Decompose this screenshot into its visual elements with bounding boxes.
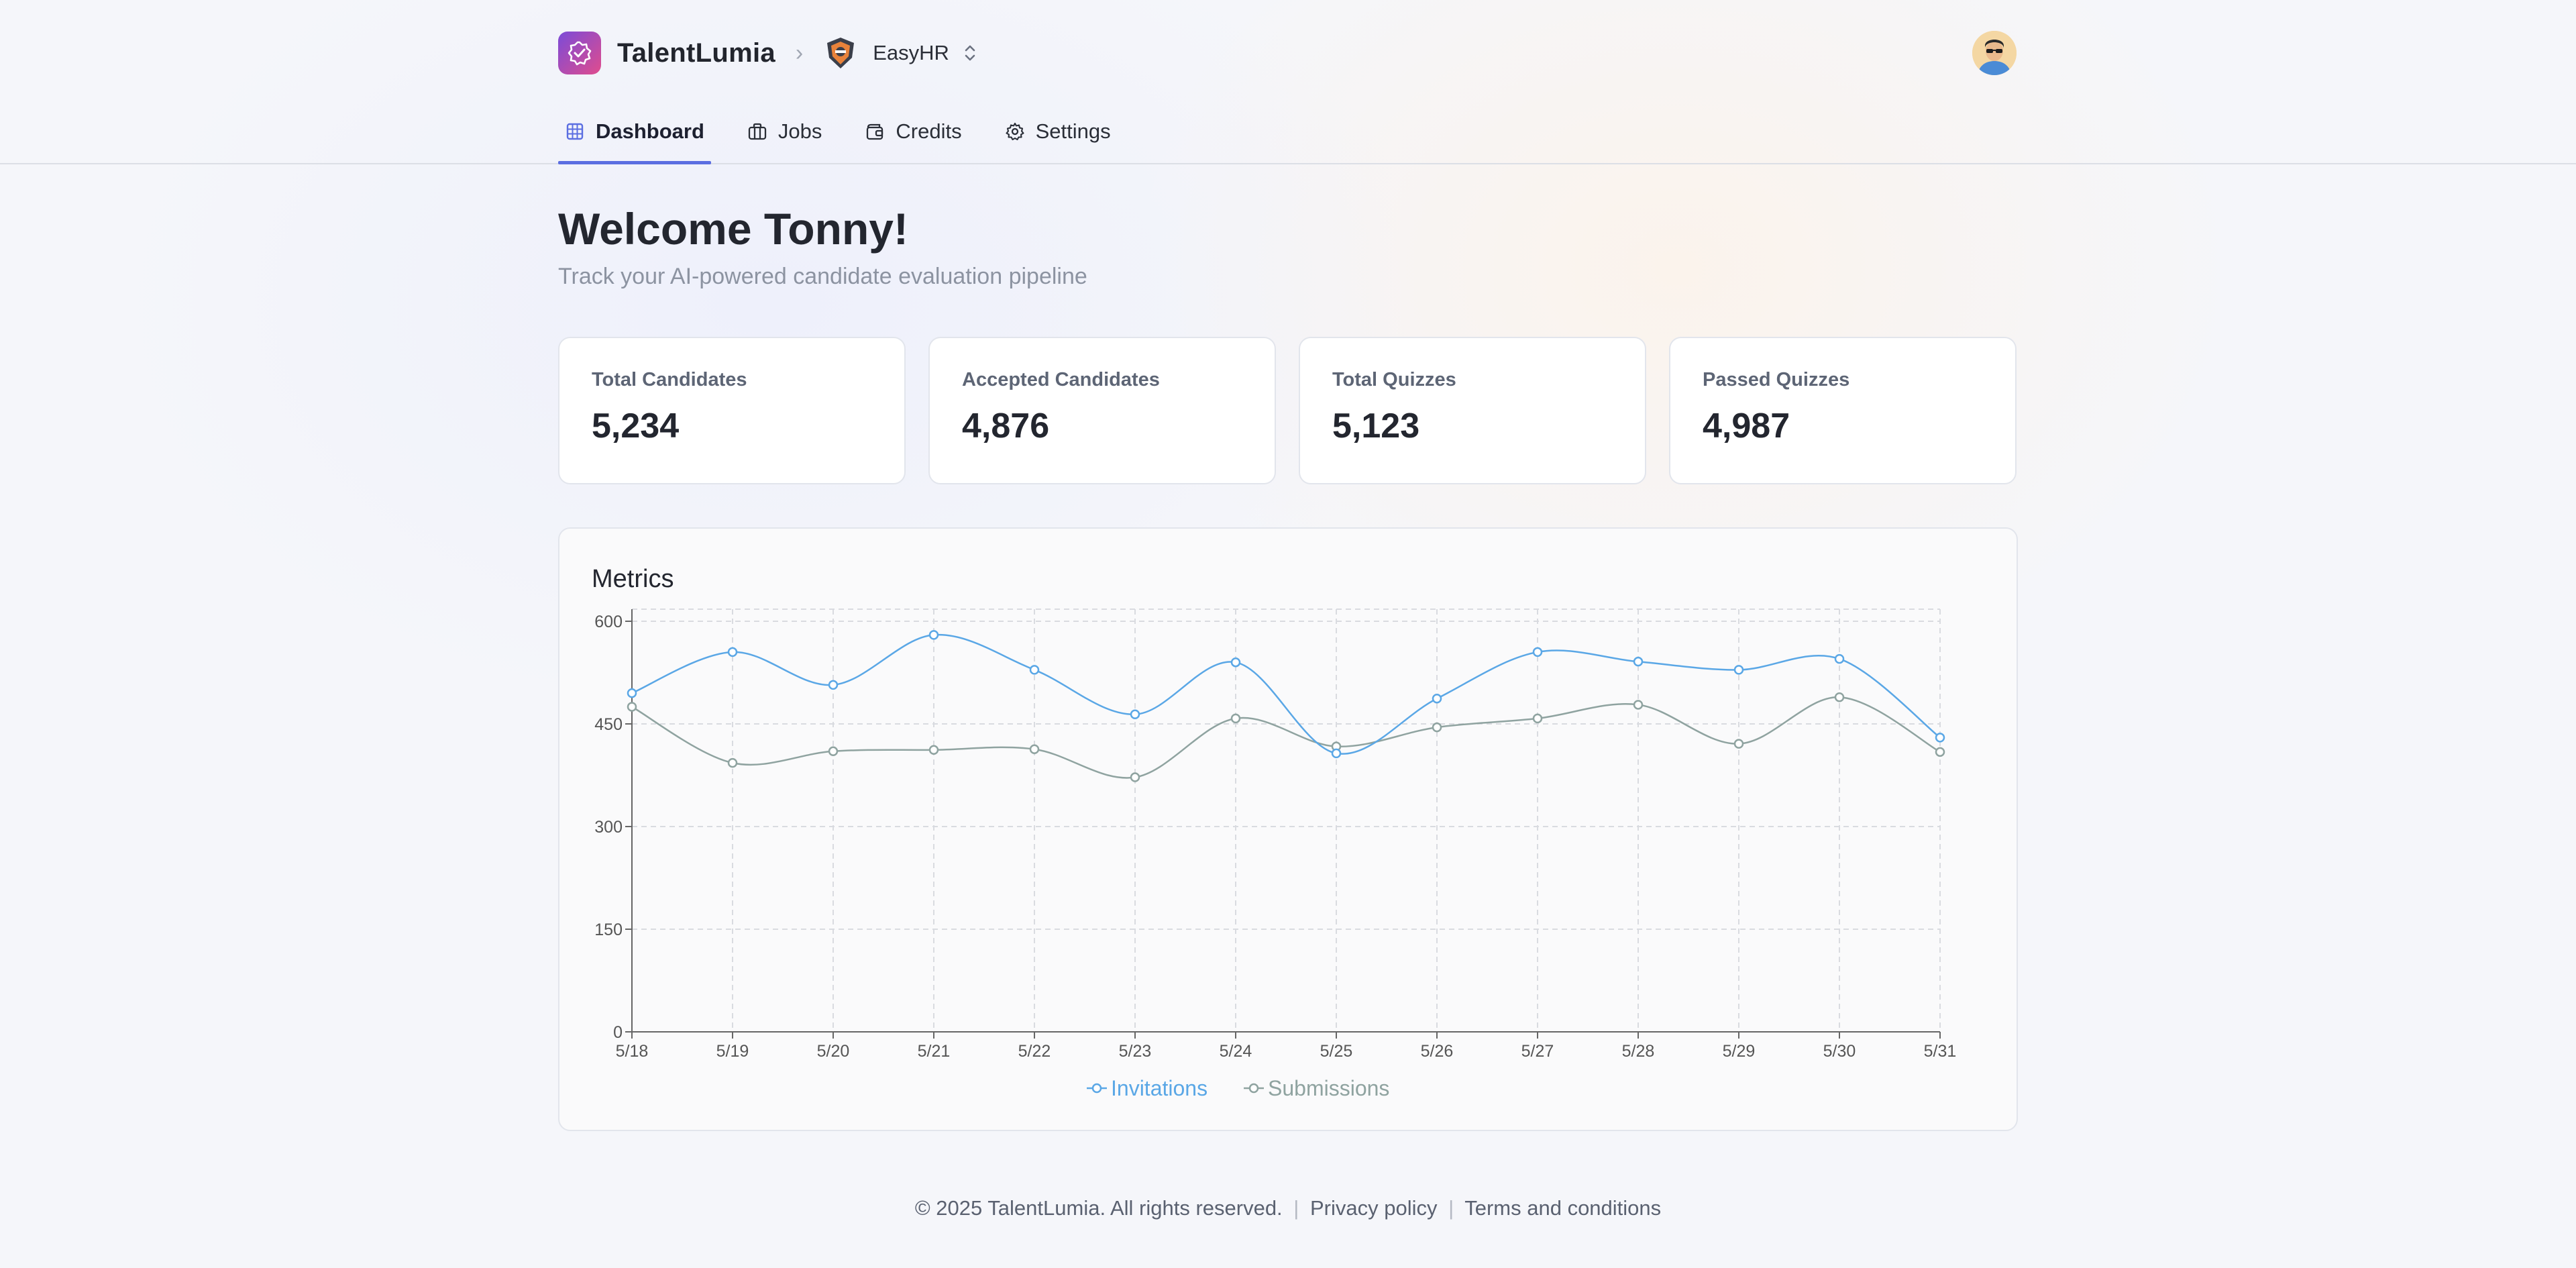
x-tick-label: 5/26: [1421, 1042, 1454, 1061]
x-tick-label: 5/23: [1119, 1042, 1152, 1061]
legend-label-submissions: Submissions: [1268, 1076, 1389, 1100]
stat-label: Passed Quizzes: [1703, 369, 1850, 390]
data-point-invitations: [928, 630, 939, 640]
main-tabs: Dashboard Jobs Credits Settings: [558, 113, 1147, 164]
tab-credits[interactable]: Credits: [858, 113, 968, 150]
data-point-submissions: [1935, 747, 1945, 757]
data-point-submissions: [727, 757, 738, 768]
page-subtitle: Track your AI-powered candidate evaluati…: [558, 264, 1087, 289]
breadcrumb-chevron-icon: ›: [795, 40, 804, 66]
y-tick-label: 600: [594, 613, 623, 631]
metrics-line-chart: 0 150 300 450 600 5/18 5/19 5/20 5/21 5/22 5/23 5/2…: [594, 609, 1957, 1100]
data-point-invitations: [1532, 647, 1543, 657]
data-point-submissions: [1834, 692, 1845, 702]
top-header: [0, 0, 2576, 164]
data-point-invitations: [828, 680, 839, 690]
stat-value: 5,123: [1332, 407, 1420, 445]
stat-label: Total Candidates: [592, 369, 747, 390]
stat-value: 4,876: [962, 407, 1050, 445]
tab-jobs[interactable]: Jobs: [741, 113, 828, 150]
brand-logo-icon[interactable]: [558, 32, 601, 74]
org-switch-chevrons-icon[interactable]: [963, 42, 977, 64]
metrics-panel: Metrics 0 150 300 450 600 5/18 5/19 5/20 5/21 5/2…: [558, 527, 2018, 1131]
x-tick-label: 5/28: [1622, 1042, 1655, 1061]
gear-icon: [1005, 121, 1025, 142]
legend-marker-invitations: [1091, 1083, 1102, 1094]
terms-link[interactable]: Terms and conditions: [1464, 1196, 1661, 1220]
data-point-invitations: [1733, 665, 1744, 675]
x-tick-label: 5/27: [1521, 1042, 1554, 1061]
x-tick-label: 5/31: [1924, 1042, 1957, 1061]
data-point-invitations: [727, 647, 738, 657]
data-point-invitations: [1331, 748, 1342, 759]
x-tick-label: 5/29: [1723, 1042, 1756, 1061]
brand-name[interactable]: TalentLumia: [617, 38, 775, 68]
data-point-invitations: [1029, 665, 1040, 675]
series-line-invitations: [631, 633, 1941, 755]
y-tick-label: 150: [594, 920, 623, 939]
x-tick-label: 5/18: [616, 1042, 649, 1061]
wallet-icon: [865, 121, 885, 142]
x-tick-label: 5/22: [1018, 1042, 1051, 1061]
data-point-submissions: [1130, 772, 1140, 782]
x-tick-label: 5/24: [1220, 1042, 1252, 1061]
stat-card-total-candidates: Total Candidates 5,234: [558, 337, 906, 484]
data-point-invitations: [1834, 653, 1845, 664]
org-name[interactable]: EasyHR: [873, 41, 949, 65]
data-point-submissions: [1633, 700, 1644, 710]
data-point-submissions: [627, 702, 637, 712]
data-point-invitations: [1230, 657, 1241, 668]
data-point-invitations: [1633, 656, 1644, 667]
stat-card-passed-quizzes: Passed Quizzes 4,987: [1669, 337, 2017, 484]
tab-credits-label: Credits: [896, 119, 962, 143]
user-avatar[interactable]: [1972, 31, 2017, 75]
data-point-submissions: [1532, 713, 1543, 724]
tab-settings[interactable]: Settings: [998, 113, 1118, 150]
stat-value: 4,987: [1703, 407, 1790, 445]
data-point-submissions: [1029, 744, 1040, 754]
brand-bar: TalentLumia › EasyHR: [558, 32, 977, 74]
data-point-submissions: [1230, 713, 1241, 724]
stat-cards: Total Candidates 5,234 Accepted Candidat…: [558, 337, 2018, 484]
y-tick-label: 450: [594, 715, 623, 734]
briefcase-icon: [747, 121, 767, 142]
data-point-submissions: [1432, 722, 1442, 733]
stat-label: Accepted Candidates: [962, 369, 1160, 390]
tab-dashboard-label: Dashboard: [596, 119, 704, 143]
welcome-heading: Welcome Tonny!: [558, 204, 908, 254]
tab-dashboard[interactable]: Dashboard: [558, 113, 711, 164]
footer-copyright: © 2025 TalentLumia. All rights reserved.: [914, 1196, 1283, 1220]
tab-settings-label: Settings: [1035, 119, 1111, 143]
stat-value: 5,234: [592, 407, 680, 445]
x-tick-label: 5/20: [817, 1042, 850, 1061]
y-tick-label: 0: [613, 1023, 623, 1042]
stat-label: Total Quizzes: [1332, 369, 1456, 390]
footer: © 2025 TalentLumia. All rights reserved.…: [0, 1196, 2576, 1220]
tab-jobs-label: Jobs: [777, 119, 822, 143]
x-tick-label: 5/25: [1320, 1042, 1353, 1061]
grid-icon: [565, 121, 585, 142]
org-shield-icon: [827, 38, 855, 68]
footer-divider: |: [1448, 1196, 1454, 1220]
stat-card-total-quizzes: Total Quizzes 5,123: [1299, 337, 1646, 484]
stat-card-accepted-candidates: Accepted Candidates 4,876: [928, 337, 1276, 484]
x-tick-label: 5/30: [1823, 1042, 1856, 1061]
x-tick-label: 5/19: [716, 1042, 749, 1061]
y-tick-label: 300: [594, 818, 623, 837]
legend-marker-submissions: [1248, 1083, 1259, 1094]
data-point-submissions: [1733, 739, 1744, 749]
data-point-submissions: [828, 746, 839, 757]
footer-divider: |: [1293, 1196, 1299, 1220]
data-point-invitations: [627, 688, 637, 698]
data-point-invitations: [1432, 694, 1442, 704]
privacy-policy-link[interactable]: Privacy policy: [1310, 1196, 1438, 1220]
legend-label-invitations: Invitations: [1111, 1076, 1208, 1100]
data-point-submissions: [928, 745, 939, 755]
data-point-invitations: [1130, 709, 1140, 719]
data-point-invitations: [1935, 733, 1945, 743]
x-tick-label: 5/21: [918, 1042, 951, 1061]
